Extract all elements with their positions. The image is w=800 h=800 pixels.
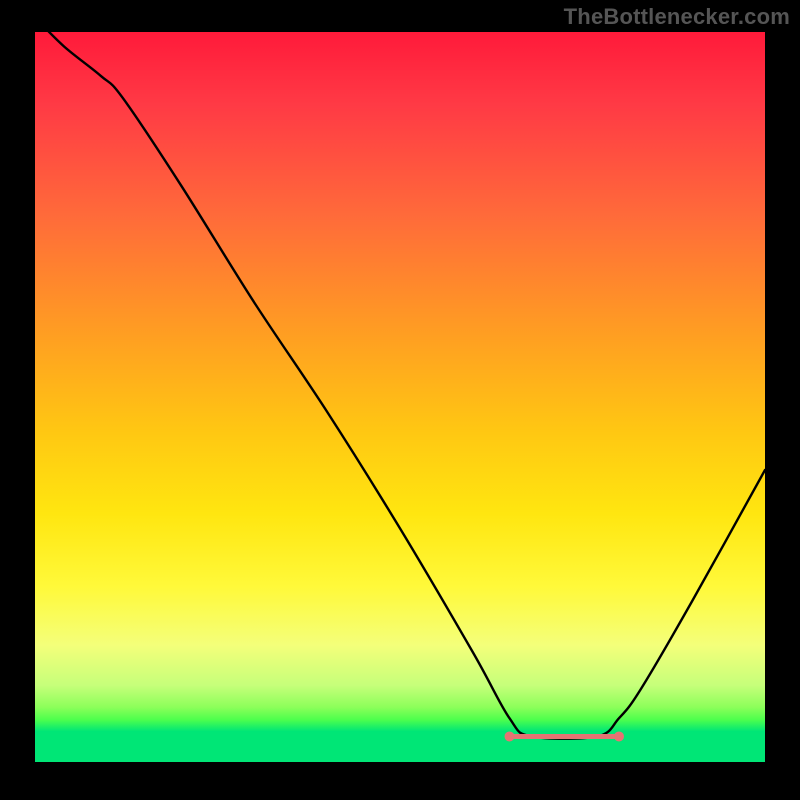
bottleneck-curve xyxy=(35,32,765,739)
plot-area xyxy=(35,32,765,762)
source-attribution: TheBottlenecker.com xyxy=(564,4,790,30)
chart-container: TheBottlenecker.com xyxy=(0,0,800,800)
chart-overlay xyxy=(35,32,765,762)
